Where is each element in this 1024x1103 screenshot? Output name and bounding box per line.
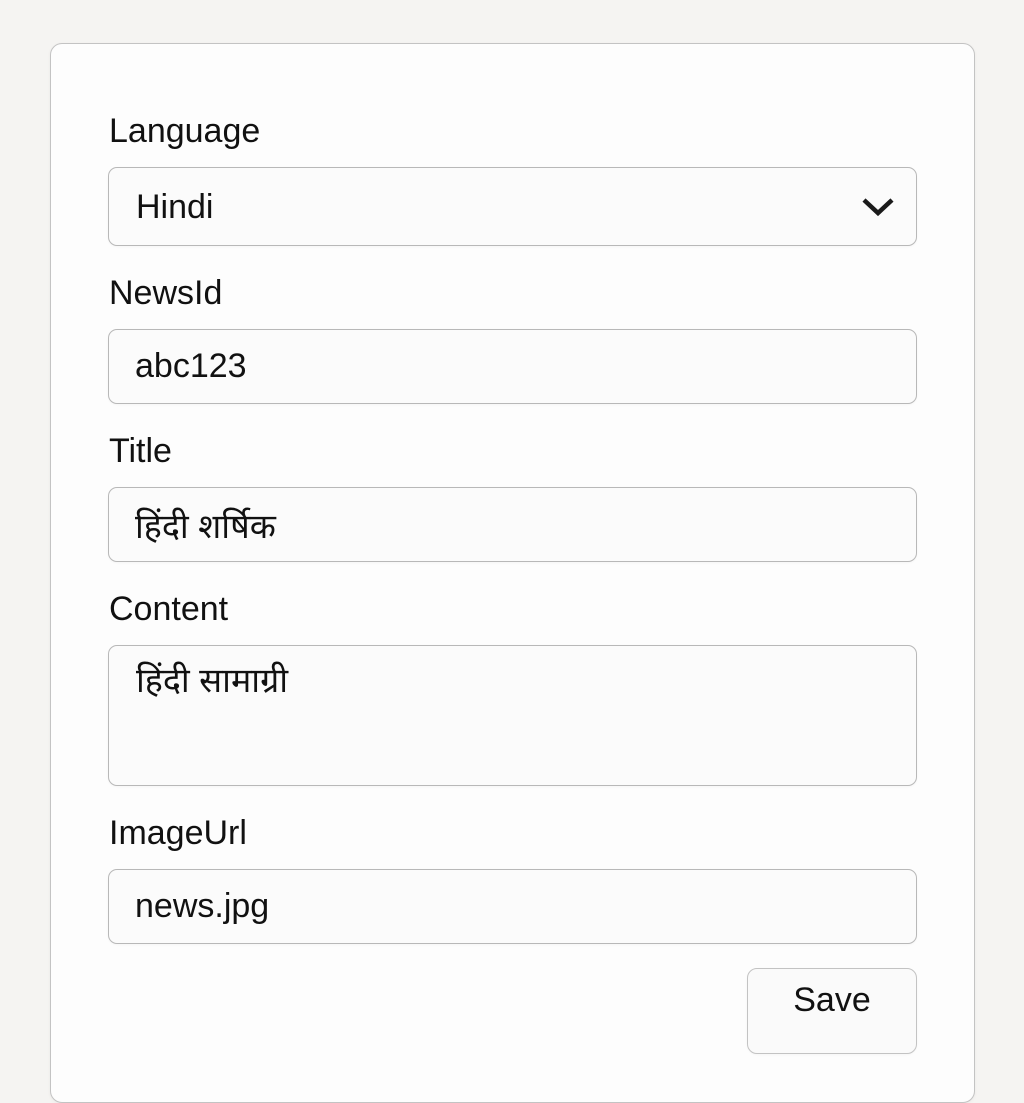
title-input[interactable] [108,487,917,562]
language-label: Language [109,108,917,154]
imageurl-label: ImageUrl [109,810,917,856]
content-textarea[interactable]: हिंदी सामाग्री [108,645,917,786]
newsid-label: NewsId [109,270,917,316]
save-button[interactable]: Save [747,968,917,1054]
form-actions: Save [108,968,917,1054]
imageurl-input[interactable] [108,869,917,944]
title-label: Title [109,428,917,474]
news-form-card: Language Hindi NewsId Title Content हिंद… [50,43,975,1103]
language-select[interactable]: Hindi [108,167,917,246]
newsid-input[interactable] [108,329,917,404]
content-label: Content [109,586,917,632]
language-select-wrap: Hindi [108,167,917,246]
